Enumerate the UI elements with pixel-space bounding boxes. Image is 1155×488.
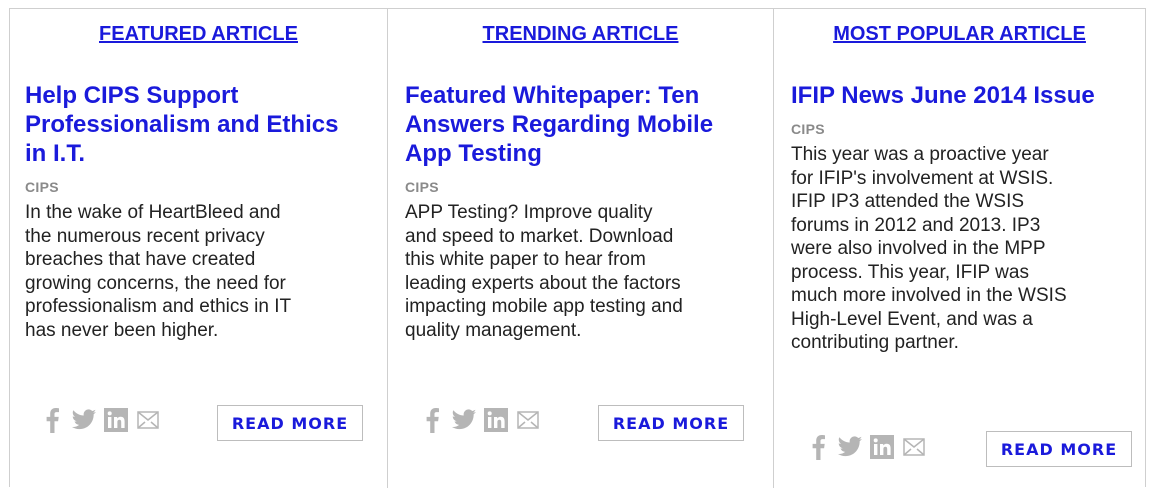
description-line: In the wake of HeartBleed and <box>25 202 281 223</box>
title-line: IFIP News June 2014 Issue <box>791 82 1095 109</box>
featured-article-header-link[interactable]: FEATURED ARTICLE <box>99 23 298 45</box>
description-line: and speed to market. Download <box>405 225 674 247</box>
twitter-icon[interactable] <box>451 407 477 433</box>
description-line: breaches that have created <box>25 249 256 270</box>
articles-panel: FEATURED ARTICLE Help CIPS Support Profe… <box>9 8 1146 488</box>
title-line: in I.T. <box>25 140 85 167</box>
trending-article-column: TRENDING ARTICLE Featured Whitepaper: Te… <box>387 9 773 488</box>
article-source: CIPS <box>25 179 59 195</box>
linkedin-icon[interactable] <box>483 407 509 433</box>
title-line: App Testing <box>405 140 542 167</box>
description-line: has never been higher. <box>25 319 219 341</box>
description-line: this white paper to hear from <box>405 249 646 270</box>
description-line: were also involved in the MPP <box>791 238 1046 259</box>
twitter-icon[interactable] <box>71 407 97 433</box>
featured-article-column: FEATURED ARTICLE Help CIPS Support Profe… <box>10 9 387 488</box>
description-line: High-Level Event, and was a <box>791 308 1033 330</box>
facebook-icon[interactable] <box>39 407 65 433</box>
linkedin-icon[interactable] <box>869 434 895 460</box>
description-line: process. This year, IFIP was <box>791 261 1029 283</box>
article-description: APP Testing? Improve quality and speed t… <box>405 201 770 342</box>
description-line: leading experts about the factors <box>405 272 681 294</box>
read-more-button[interactable]: READ MORE <box>986 431 1132 467</box>
email-icon[interactable] <box>515 407 541 433</box>
article-description: This year was a proactive year for IFIP'… <box>791 143 1141 355</box>
description-line: professionalism and ethics in IT <box>25 296 292 317</box>
facebook-icon[interactable] <box>805 434 831 460</box>
title-line: Featured Whitepaper: Ten <box>405 82 700 109</box>
description-line: growing concerns, the need for <box>25 272 286 294</box>
most-popular-article-header: MOST POPULAR ARTICLE <box>774 23 1145 46</box>
description-line: the numerous recent privacy <box>25 225 265 247</box>
title-line: Answers Regarding Mobile <box>405 111 714 138</box>
title-line: Help CIPS Support <box>25 82 239 109</box>
most-popular-article-header-link[interactable]: MOST POPULAR ARTICLE <box>833 23 1086 45</box>
title-line: Professionalism and Ethics <box>25 111 339 138</box>
twitter-icon[interactable] <box>837 434 863 460</box>
read-more-button[interactable]: READ MORE <box>217 405 363 441</box>
read-more-button[interactable]: READ MORE <box>598 405 744 441</box>
description-line: quality management. <box>405 319 582 341</box>
most-popular-article-column: MOST POPULAR ARTICLE IFIP News June 2014… <box>773 9 1145 488</box>
email-icon[interactable] <box>901 434 927 460</box>
share-icons <box>419 407 541 433</box>
article-title-link[interactable]: Featured Whitepaper: Ten Answers Regardi… <box>405 81 765 168</box>
article-source: CIPS <box>791 121 825 137</box>
article-title-link[interactable]: Help CIPS Support Professionalism and Et… <box>25 81 380 168</box>
article-source: CIPS <box>405 179 439 195</box>
linkedin-icon[interactable] <box>103 407 129 433</box>
description-line: IFIP IP3 attended the WSIS <box>791 191 1025 212</box>
share-icons <box>39 407 161 433</box>
description-line: forums in 2012 and 2013. IP3 <box>791 214 1041 236</box>
description-line: contributing partner. <box>791 332 959 353</box>
featured-article-header: FEATURED ARTICLE <box>10 23 387 46</box>
trending-article-header-link[interactable]: TRENDING ARTICLE <box>483 23 679 45</box>
share-icons <box>805 434 927 460</box>
email-icon[interactable] <box>135 407 161 433</box>
description-line: for IFIP's involvement at WSIS. <box>791 167 1054 189</box>
description-line: This year was a proactive year <box>791 144 1049 165</box>
description-line: impacting mobile app testing and <box>405 296 683 317</box>
description-line: APP Testing? Improve quality <box>405 202 653 223</box>
facebook-icon[interactable] <box>419 407 445 433</box>
trending-article-header: TRENDING ARTICLE <box>388 23 773 46</box>
article-description: In the wake of HeartBleed and the numero… <box>25 201 385 342</box>
description-line: much more involved in the WSIS <box>791 285 1067 306</box>
article-title-link[interactable]: IFIP News June 2014 Issue <box>791 81 1146 110</box>
